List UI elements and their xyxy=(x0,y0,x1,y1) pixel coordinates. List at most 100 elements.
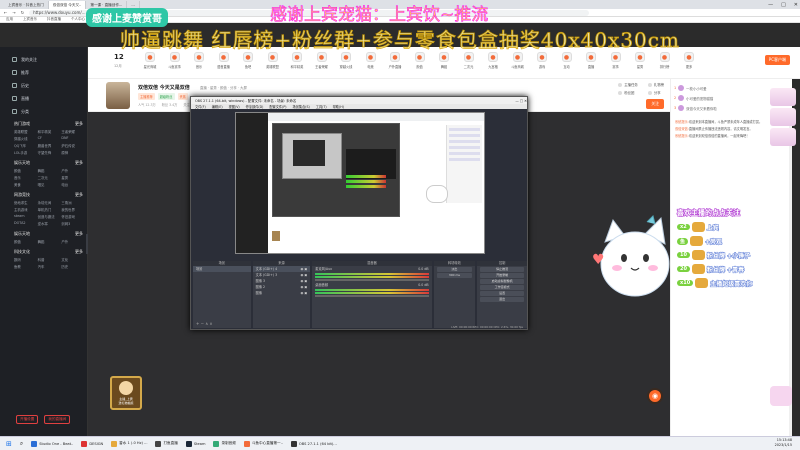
follow-button[interactable]: 关注 xyxy=(646,99,664,109)
forward-icon[interactable]: → xyxy=(12,10,15,15)
nav-item[interactable]: ● 互动 xyxy=(555,52,579,69)
source-item[interactable]: 图像 ◉ ▣ xyxy=(253,290,311,296)
sidebar-category-link[interactable]: LOL手游 xyxy=(14,150,36,155)
sidebar-category-link[interactable]: 户外 xyxy=(61,168,83,173)
fish-ball-icon[interactable]: ◉ xyxy=(647,388,663,404)
sidebar-item-history[interactable]: 历史 xyxy=(0,79,87,92)
sidebar-category-link[interactable]: 怀旧游戏 xyxy=(61,214,83,219)
sidebar-category-link[interactable]: 舞蹈 xyxy=(38,168,60,173)
chat-user[interactable]: 系统提示: xyxy=(675,134,689,138)
sidebar-category-link[interactable]: 数码 xyxy=(14,257,36,262)
sidebar-category-link[interactable]: 绝地求生 xyxy=(14,200,36,205)
chat-user[interactable]: 系统提示: xyxy=(675,120,689,124)
maximize-icon[interactable]: □ xyxy=(781,2,786,8)
taskbar-app[interactable]: 打鱼直播 xyxy=(155,440,178,447)
nav-item[interactable]: ● 鱼吧 xyxy=(236,52,260,69)
nav-item[interactable]: ● 语音直播 xyxy=(212,52,236,69)
transition-duration-input[interactable]: 300 ms xyxy=(436,273,473,278)
nav-item[interactable]: ● 星秀 xyxy=(628,52,652,69)
activity-tile[interactable] xyxy=(770,88,796,106)
gift-card[interactable]: 主播_上宾 送礼物抽奖 xyxy=(110,376,142,410)
nav-item[interactable]: ● 王者荣耀 xyxy=(310,52,334,69)
sidebar-category-link[interactable]: 户外 xyxy=(61,239,83,244)
sidebar-group-more[interactable]: 更多 xyxy=(75,121,83,127)
eye-lock-icon[interactable]: ◉ ▣ xyxy=(300,290,307,296)
nav-item[interactable]: ● 舞蹈 xyxy=(432,52,456,69)
virtual-camera-button[interactable]: 启动虚拟摄像机 xyxy=(480,279,524,284)
settings-button[interactable]: 设置 xyxy=(480,291,524,296)
sidebar-category-link[interactable]: 守望先锋 xyxy=(38,150,60,155)
bookmark[interactable]: 应用 xyxy=(6,17,13,22)
sidebar-category-link[interactable]: 单机热门 xyxy=(38,207,60,212)
close-icon[interactable]: ✕ xyxy=(794,2,798,8)
sidebar-category-link[interactable]: 原神 xyxy=(61,150,83,155)
sidebar-category-link[interactable]: 永劫无间 xyxy=(38,200,60,205)
sidebar-category-link[interactable]: DOTA2 xyxy=(14,221,36,226)
avatar[interactable] xyxy=(106,82,130,109)
sidebar-category-link[interactable]: 穿越火线 xyxy=(14,136,36,141)
search-icon[interactable]: ⌕ xyxy=(20,440,23,448)
sidebar-category-link[interactable]: 我的世界 xyxy=(61,207,83,212)
taskbar-app[interactable]: 录制音频 xyxy=(213,440,236,447)
room-action[interactable]: 主播任务 xyxy=(618,82,638,87)
taskbar-app[interactable]: 香水 1 (.0 Hz) ... xyxy=(111,440,147,447)
nav-item[interactable]: ● 星光商城 xyxy=(138,52,162,69)
floating-badge[interactable] xyxy=(770,386,792,406)
sidebar-group-more[interactable]: 更多 xyxy=(75,160,83,166)
sidebar-category-link[interactable]: 文化 xyxy=(61,257,83,262)
room-tag[interactable]: 超级粉丝 xyxy=(157,93,175,100)
sidebar-category-link[interactable]: 主机游戏 xyxy=(14,207,36,212)
nav-item[interactable]: ● 音乐 xyxy=(187,52,211,69)
chat-user[interactable]: 双倍双倍: xyxy=(675,127,689,131)
activity-tile[interactable] xyxy=(770,108,796,126)
sidebar-category-link[interactable]: 炉石传说 xyxy=(61,143,83,148)
sidebar-category-link[interactable]: steam xyxy=(14,214,36,219)
stop-streaming-button[interactable]: 停止推流 xyxy=(480,267,524,272)
sidebar-item-recommend[interactable]: 推荐 xyxy=(0,66,87,79)
taskbar-app[interactable]: Studio One - Beat.. xyxy=(31,440,73,447)
nav-item[interactable]: ● 九宫格 xyxy=(481,52,505,69)
browser-tab[interactable]: ... xyxy=(127,1,140,9)
nav-item[interactable]: ● 颜值 xyxy=(408,52,432,69)
taskbar-app[interactable]: DESIGN xyxy=(81,440,103,447)
start-recording-button[interactable]: 开始录制 xyxy=(480,273,524,278)
taskbar-app[interactable]: 斗鱼中心直播第一.. xyxy=(243,440,283,447)
bookmark[interactable]: 抖音直播 xyxy=(47,17,61,22)
live-settings-button[interactable]: 开播设置 xyxy=(16,415,39,424)
sidebar-category-link[interactable]: 舞蹈 xyxy=(38,239,60,244)
room-action[interactable]: 礼物榜 xyxy=(647,82,664,87)
taskbar-app[interactable]: Steam xyxy=(185,440,205,447)
studio-mode-button[interactable]: 工作室模式 xyxy=(480,285,524,290)
browser-tab[interactable]: 第一课 · 直播创作... xyxy=(86,1,128,9)
url-input[interactable]: https://www.douyu.com/... xyxy=(29,9,590,16)
exit-button[interactable]: 退出 xyxy=(480,297,524,302)
room-tag[interactable]: 贵族 xyxy=(177,93,188,100)
sidebar-category-link[interactable]: 音乐 xyxy=(14,175,36,180)
sidebar-category-link[interactable]: 剑网3 xyxy=(61,221,83,226)
pc-client-button[interactable]: PC客户端 xyxy=(764,55,790,65)
sidebar-category-link[interactable]: 二次元 xyxy=(38,175,60,180)
sidebar-category-link[interactable]: 汽车 xyxy=(38,264,60,269)
transition-select[interactable]: 淡出 xyxy=(436,267,473,272)
nav-item[interactable]: ● 斗鱼赛事 xyxy=(163,52,187,69)
sidebar-category-link[interactable]: 唱见 xyxy=(38,182,60,187)
sidebar-category-link[interactable]: 美食 xyxy=(14,182,36,187)
start-icon[interactable]: ⊞ xyxy=(6,440,12,448)
room-tag[interactable]: 主播推荐 xyxy=(138,93,155,100)
sidebar-category-link[interactable]: 颜值 xyxy=(14,239,36,244)
sidebar-category-link[interactable]: 创造与魔法 xyxy=(38,214,60,219)
sidebar-group-more[interactable]: 更多 xyxy=(75,249,83,255)
back-icon[interactable]: ← xyxy=(4,10,7,15)
sidebar-category-link[interactable]: 三角洲 xyxy=(61,200,83,205)
nav-item[interactable]: ● 户外直播 xyxy=(383,52,407,69)
sidebar-category-link[interactable]: 和平精英 xyxy=(38,129,60,134)
bookmark[interactable]: 上宾音乐 xyxy=(23,17,37,22)
activity-tile[interactable] xyxy=(770,128,796,146)
sidebar-group-title[interactable]: 热门游戏 xyxy=(14,121,30,127)
volume-slider[interactable] xyxy=(315,295,429,297)
scene-item[interactable]: 场景 xyxy=(193,266,251,272)
sidebar-item-category[interactable]: 分类 xyxy=(0,105,87,118)
browser-tab-active[interactable]: 双倍双倍 今天又.. xyxy=(48,1,87,9)
sidebar-category-link[interactable]: 科普 xyxy=(38,257,60,262)
sidebar-category-link[interactable]: 星秀 xyxy=(61,175,83,180)
